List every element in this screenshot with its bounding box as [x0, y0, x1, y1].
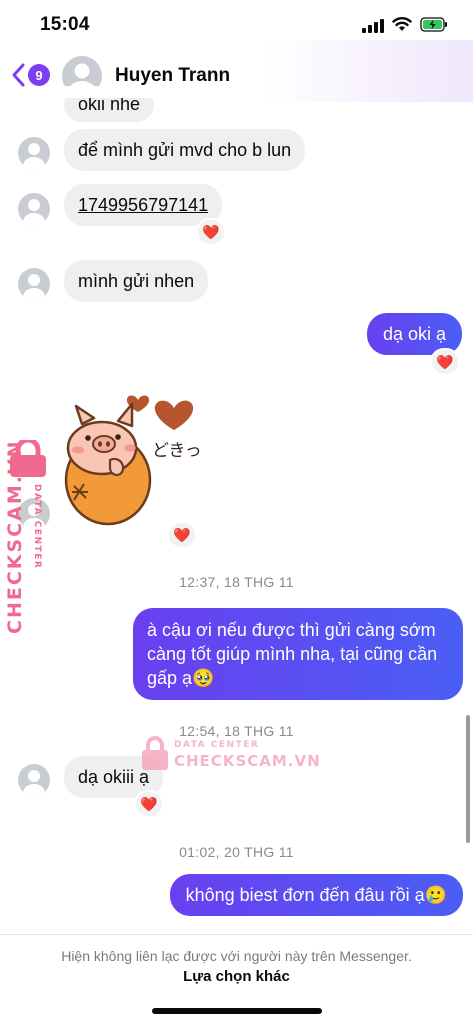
heart-icon: ❤️ [173, 526, 191, 543]
footer-note: Hiện không liên lạc được với người này t… [61, 948, 412, 964]
back-chevron-icon[interactable] [10, 62, 26, 88]
battery-charging-icon [420, 17, 447, 32]
message-text: không biest đơn đến đâu rồi ạ🥲 [185, 885, 447, 905]
heart-reaction[interactable]: ❤️ [167, 521, 197, 549]
message-text: dạ okiii ạ [78, 767, 150, 787]
wifi-icon [392, 17, 412, 31]
lock-icon [142, 736, 168, 770]
footer-divider [0, 934, 473, 935]
home-indicator[interactable] [152, 1008, 322, 1014]
heart-icon: ❤️ [436, 353, 454, 370]
watermark-label: DATA CENTER [32, 484, 42, 570]
signal-icon [362, 19, 384, 33]
message-incoming[interactable]: để mình gửi mvd cho b lun [64, 129, 306, 171]
message-outgoing[interactable]: không biest đơn đến đâu rồi ạ🥲 [169, 874, 463, 916]
heart-icon: ❤️ [140, 795, 158, 812]
scroll-mask [60, 86, 180, 96]
default-avatar-icon [23, 274, 45, 300]
heart-icon: ❤️ [202, 223, 220, 240]
timestamp: 12:37, 18 THG 11 [179, 574, 294, 590]
watermark: DATA CENTER CHECKSCAM.VN [140, 732, 340, 774]
timestamp: 01:02, 20 THG 11 [179, 844, 294, 860]
default-avatar-icon [23, 770, 45, 796]
message-outgoing[interactable]: à cậu ơi nếu được thì gửi càng sớm càng … [133, 608, 463, 700]
scrollbar[interactable] [466, 715, 470, 843]
unread-badge[interactable]: 9 [28, 64, 50, 86]
message-link[interactable]: 1749956797141 [78, 195, 208, 215]
pig-sticker[interactable]: どきっ [60, 388, 210, 528]
message-text: mình gửi nhen [78, 271, 195, 291]
sender-avatar[interactable] [18, 764, 50, 796]
watermark-label: DATA CENTER [174, 740, 260, 750]
other-options-link[interactable]: Lựa chọn khác [0, 968, 473, 985]
watermark-brand: CHECKSCAM.VN [4, 439, 26, 634]
sticker-text: どきっ [152, 441, 202, 461]
message-text: à cậu ơi nếu được thì gửi càng sớm càng … [147, 620, 438, 688]
message-text: để mình gửi mvd cho b lun [78, 140, 292, 160]
contact-name[interactable]: Huyen Trann [115, 65, 230, 87]
default-avatar-icon [23, 199, 45, 225]
sender-avatar[interactable] [18, 137, 50, 169]
message-incoming[interactable]: mình gửi nhen [64, 260, 209, 302]
status-time: 15:04 [40, 14, 90, 35]
watermark-brand: CHECKSCAM.VN [174, 752, 321, 770]
heart-reaction[interactable]: ❤️ [430, 348, 460, 376]
heart-reaction[interactable]: ❤️ [196, 218, 226, 246]
sender-avatar[interactable] [18, 193, 50, 225]
heart-icon [154, 400, 194, 430]
message-incoming[interactable]: 1749956797141 [64, 184, 223, 226]
watermark: CHECKSCAM.VN DATA CENTER [4, 439, 64, 640]
heart-reaction[interactable]: ❤️ [134, 790, 164, 818]
default-avatar-icon [23, 143, 45, 169]
sender-avatar[interactable] [18, 268, 50, 300]
message-text: dạ oki ạ [382, 324, 446, 344]
